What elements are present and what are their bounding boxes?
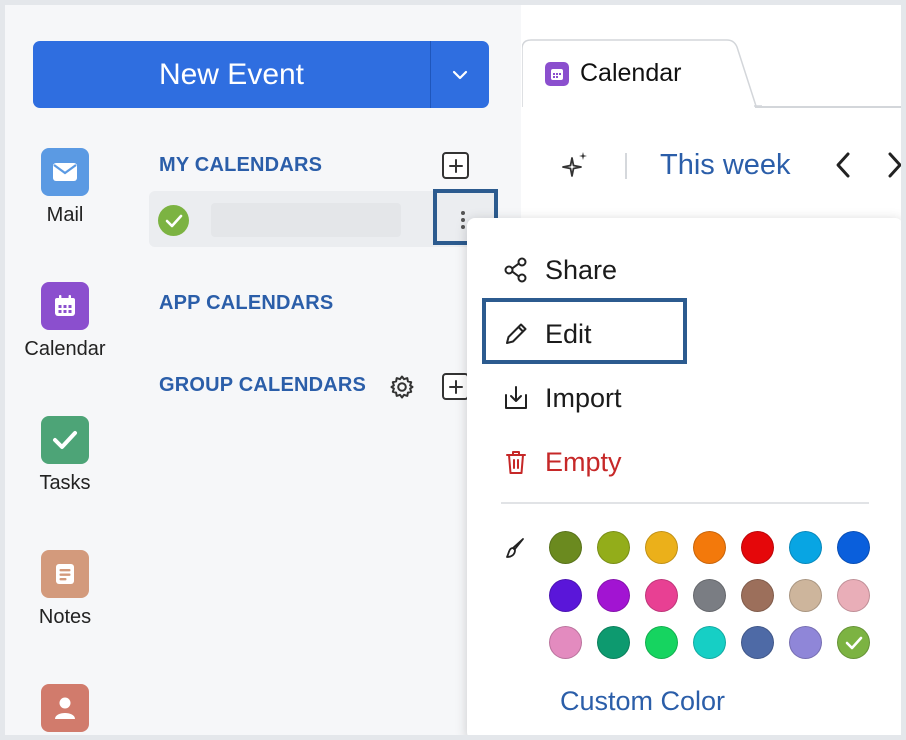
group-calendars-heading: GROUP CALENDARS — [159, 374, 367, 396]
sparkle-icon[interactable] — [561, 150, 591, 180]
chevron-down-icon — [452, 70, 468, 79]
toolbar-separator — [625, 153, 627, 179]
color-swatch[interactable] — [549, 626, 582, 659]
chevron-right-icon[interactable] — [885, 151, 905, 179]
import-icon — [501, 383, 531, 413]
app-calendars-heading: APP CALENDARS — [159, 292, 334, 314]
tab-label: Calendar — [580, 59, 682, 87]
color-swatch[interactable] — [645, 578, 678, 612]
check-icon — [845, 636, 862, 649]
app-window: New Event Mail Calendar Tasks Notes MY C… — [0, 0, 906, 740]
settings-gear-icon[interactable] — [389, 374, 415, 400]
menu-item-label: Empty — [545, 446, 622, 477]
color-swatch[interactable] — [789, 578, 822, 612]
new-event-button[interactable]: New Event — [33, 41, 430, 108]
color-swatch[interactable] — [741, 531, 774, 564]
color-swatch[interactable] — [645, 626, 678, 659]
app-mail[interactable]: Mail — [15, 148, 115, 227]
color-swatch[interactable] — [597, 531, 630, 564]
chevron-left-icon[interactable] — [833, 151, 853, 179]
calendar-color-check-icon[interactable] — [158, 205, 189, 236]
menu-item-label: Share — [545, 254, 618, 285]
app-notes[interactable]: Notes — [15, 550, 115, 629]
plus-icon — [448, 158, 463, 173]
color-swatch[interactable] — [837, 578, 870, 612]
app-label: Tasks — [39, 472, 91, 494]
mail-icon — [41, 148, 89, 196]
app-calendar[interactable]: Calendar — [15, 282, 115, 361]
color-swatch[interactable] — [645, 531, 678, 564]
app-label: Calendar — [24, 338, 106, 360]
color-swatch[interactable] — [597, 626, 630, 659]
color-swatch[interactable] — [789, 626, 822, 659]
calendar-icon — [545, 62, 569, 86]
app-label: Notes — [38, 606, 92, 628]
notes-icon — [41, 550, 89, 598]
menu-divider — [501, 502, 869, 504]
paintbrush-icon — [506, 538, 524, 558]
my-calendars-heading: MY CALENDARS — [159, 154, 323, 176]
this-week-button[interactable]: This week — [660, 149, 791, 182]
menu-item-share[interactable]: Share — [501, 250, 617, 290]
color-swatch[interactable] — [789, 531, 822, 564]
calendar-icon — [41, 282, 89, 330]
highlight-box-edit — [482, 298, 687, 364]
tasks-icon — [41, 416, 89, 464]
menu-item-empty[interactable]: Empty — [501, 442, 622, 482]
color-swatch[interactable] — [741, 578, 774, 612]
menu-item-label: Import — [545, 382, 622, 413]
color-swatch[interactable] — [597, 578, 630, 612]
contacts-icon — [41, 684, 89, 732]
add-calendar-button[interactable] — [442, 152, 469, 179]
new-event-dropdown-button[interactable] — [430, 41, 489, 108]
menu-item-import[interactable]: Import — [501, 378, 622, 418]
app-contacts[interactable] — [15, 684, 115, 732]
share-icon — [501, 255, 531, 285]
custom-color-link[interactable]: Custom Color — [560, 686, 725, 717]
color-swatch[interactable] — [693, 578, 726, 612]
color-swatch[interactable] — [693, 626, 726, 659]
tab-bar-line — [755, 106, 901, 108]
color-swatch[interactable] — [837, 626, 870, 659]
add-group-calendar-button[interactable] — [442, 373, 469, 400]
calendar-context-menu: Share Edit Import Empty Custom Color — [467, 218, 901, 735]
plus-icon — [448, 379, 463, 394]
color-swatch[interactable] — [549, 531, 582, 564]
color-swatch[interactable] — [741, 626, 774, 659]
color-swatch[interactable] — [549, 578, 582, 612]
new-event-button-group: New Event — [33, 41, 489, 108]
color-swatch[interactable] — [837, 531, 870, 564]
color-swatch[interactable] — [693, 531, 726, 564]
app-tasks[interactable]: Tasks — [15, 416, 115, 495]
calendar-name-redacted — [211, 203, 401, 237]
app-label: Mail — [46, 204, 84, 226]
trash-icon — [501, 447, 531, 477]
